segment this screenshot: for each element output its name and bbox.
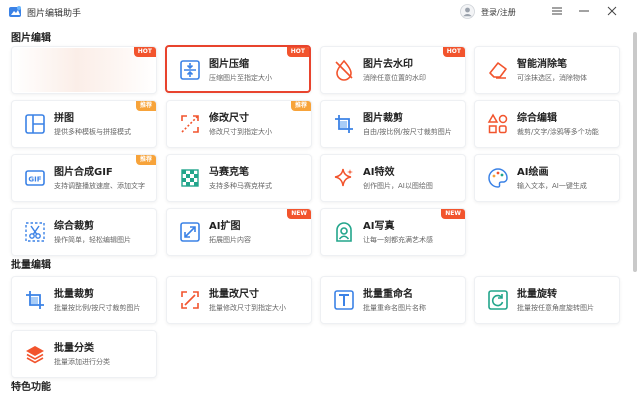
section-title-special: 特色功能 bbox=[11, 382, 51, 393]
hot-badge: HOT bbox=[286, 47, 309, 57]
feature-card-crop[interactable]: 图片裁剪 自由/按比例/按尺寸裁剪图片 bbox=[320, 100, 466, 148]
card-desc: 压缩图片至指定大小 bbox=[209, 74, 272, 82]
crop-icon bbox=[26, 291, 44, 309]
section-title-image-edit: 图片编辑 bbox=[11, 33, 51, 44]
feature-card-ai-effects[interactable]: AI特效 创作图片，AI以图绘图 bbox=[320, 154, 466, 202]
card-title: 综合编辑 bbox=[517, 113, 557, 124]
feature-card-collage[interactable]: 拼图 提供多种模板与拼接模式 推荐 bbox=[11, 100, 157, 148]
mosaic-icon bbox=[181, 169, 199, 187]
card-title: AI扩图 bbox=[209, 221, 241, 232]
feature-card-batch-crop[interactable]: 批量裁剪 批量按比例/按尺寸裁剪图片 bbox=[11, 276, 157, 324]
card-title: 批量改尺寸 bbox=[209, 289, 259, 300]
scissors-icon bbox=[25, 222, 45, 242]
card-title: 修改尺寸 bbox=[209, 113, 249, 124]
title-bar: 图片编辑助手 登录/注册 bbox=[0, 0, 640, 24]
hot-badge: HOT bbox=[442, 47, 465, 57]
feature-card-batch-classify[interactable]: 批量分类 批量添加进行分类 bbox=[11, 330, 157, 378]
card-desc: 支持多种马赛克样式 bbox=[209, 182, 272, 190]
feature-card-batch-resize[interactable]: 批量改尺寸 批量修改尺寸到指定大小 bbox=[166, 276, 312, 324]
hot-badge: HOT bbox=[133, 47, 156, 57]
recommend-badge: 推荐 bbox=[135, 101, 156, 111]
crop-icon bbox=[335, 115, 353, 133]
feature-card-resize[interactable]: 修改尺寸 修改尺寸到指定大小 推荐 bbox=[166, 100, 312, 148]
layers-icon bbox=[26, 346, 44, 364]
compress-icon bbox=[180, 60, 200, 80]
card-desc: 拓展图片内容 bbox=[209, 236, 251, 244]
card-desc: 提供多种模板与拼接模式 bbox=[54, 128, 131, 136]
card-desc: 输入文本，AI一键生成 bbox=[517, 182, 587, 190]
card-title: 图片压缩 bbox=[209, 59, 249, 70]
card-title: 智能消除笔 bbox=[517, 59, 567, 70]
feature-card-mosaic[interactable]: 马赛克笔 支持多种马赛克样式 bbox=[166, 154, 312, 202]
card-title: AI绘画 bbox=[517, 167, 549, 178]
text-icon bbox=[334, 290, 354, 310]
card-title: 图片去水印 bbox=[363, 59, 413, 70]
feature-card-image-compress[interactable]: 图片压缩 压缩图片至指定大小 HOT bbox=[165, 45, 311, 93]
app-logo-icon bbox=[9, 6, 21, 17]
feature-card-blurred[interactable]: HOT bbox=[11, 46, 157, 94]
eraser-icon bbox=[489, 62, 507, 79]
resize-icon bbox=[181, 115, 199, 133]
card-title: AI特效 bbox=[363, 167, 395, 178]
shapes-icon bbox=[487, 113, 508, 134]
feature-card-ai-expand[interactable]: AI扩图 拓展图片内容 NEW bbox=[166, 208, 312, 256]
card-title: 综合裁剪 bbox=[54, 221, 94, 232]
card-title: 拼图 bbox=[54, 113, 74, 124]
gif-icon: GIF bbox=[25, 170, 45, 186]
resize-icon bbox=[181, 291, 199, 309]
feature-card-ai-portrait[interactable]: AI写真 让每一刻都充满艺术感 NEW bbox=[320, 208, 466, 256]
card-desc: 让每一刻都充满艺术感 bbox=[363, 236, 433, 244]
card-desc: 可涂抹选区，消除物体 bbox=[517, 74, 587, 82]
recommend-badge: 推荐 bbox=[135, 155, 156, 165]
card-title: 批量旋转 bbox=[517, 289, 557, 300]
card-title: AI写真 bbox=[363, 221, 395, 232]
card-title: 马赛克笔 bbox=[209, 167, 249, 178]
feature-card-comprehensive-crop[interactable]: 综合裁剪 操作简单，轻松编辑图片 bbox=[11, 208, 157, 256]
watermark-remove-icon bbox=[335, 59, 353, 81]
portrait-icon bbox=[336, 222, 352, 242]
card-title: 图片合成GIF bbox=[54, 167, 113, 178]
feature-card-batch-rename[interactable]: 批量重命名 批量重命名图片名称 bbox=[320, 276, 466, 324]
minimize-icon[interactable] bbox=[578, 5, 590, 17]
feature-card-watermark-remove[interactable]: 图片去水印 消除任意位置的水印 HOT bbox=[320, 46, 466, 94]
new-badge: NEW bbox=[287, 209, 311, 219]
card-desc: 批量按比例/按尺寸裁剪图片 bbox=[54, 304, 141, 312]
sparkle-icon bbox=[334, 168, 353, 187]
card-desc: 自由/按比例/按尺寸裁剪图片 bbox=[363, 128, 452, 136]
feature-card-batch-rotate[interactable]: 批量旋转 批量按任意角度旋转图片 bbox=[474, 276, 620, 324]
card-desc: 支持调整播放速度、添加文字 bbox=[54, 182, 145, 190]
new-badge: NEW bbox=[441, 209, 465, 219]
close-icon[interactable] bbox=[606, 5, 618, 17]
card-desc: 创作图片，AI以图绘图 bbox=[363, 182, 433, 190]
recommend-badge: 推荐 bbox=[290, 101, 311, 111]
card-desc: 批量修改尺寸到指定大小 bbox=[209, 304, 286, 312]
card-desc: 消除任意位置的水印 bbox=[363, 74, 426, 82]
feature-card-ai-painting[interactable]: AI绘画 输入文本，AI一键生成 bbox=[474, 154, 620, 202]
feature-card-comprehensive-edit[interactable]: 综合编辑 裁剪/文字/涂鸦等多个功能 bbox=[474, 100, 620, 148]
svg-text:GIF: GIF bbox=[28, 176, 41, 184]
scrollbar-thumb[interactable] bbox=[633, 32, 637, 272]
menu-icon[interactable] bbox=[551, 5, 563, 17]
card-desc: 修改尺寸到指定大小 bbox=[209, 128, 272, 136]
palette-icon bbox=[488, 168, 508, 188]
card-desc: 批量添加进行分类 bbox=[54, 358, 110, 366]
card-title: 批量分类 bbox=[54, 343, 94, 354]
collage-icon bbox=[25, 114, 45, 134]
card-title: 批量重命名 bbox=[363, 289, 413, 300]
app-title: 图片编辑助手 bbox=[27, 9, 82, 19]
expand-icon bbox=[180, 222, 200, 242]
feature-card-gif[interactable]: GIF 图片合成GIF 支持调整播放速度、添加文字 推荐 bbox=[11, 154, 157, 202]
login-register-link[interactable]: 登录/注册 bbox=[481, 7, 516, 18]
card-desc: 操作简单，轻松编辑图片 bbox=[54, 236, 131, 244]
feature-card-smart-eraser[interactable]: 智能消除笔 可涂抹选区，消除物体 bbox=[474, 46, 620, 94]
card-desc: 批量按任意角度旋转图片 bbox=[517, 304, 594, 312]
section-title-batch-edit: 批量编辑 bbox=[11, 260, 51, 271]
card-title: 批量裁剪 bbox=[54, 289, 94, 300]
user-avatar-icon[interactable] bbox=[460, 4, 475, 19]
card-desc: 批量重命名图片名称 bbox=[363, 304, 426, 312]
card-title: 图片裁剪 bbox=[363, 113, 403, 124]
rotate-icon bbox=[488, 290, 508, 310]
card-desc: 裁剪/文字/涂鸦等多个功能 bbox=[517, 128, 599, 136]
